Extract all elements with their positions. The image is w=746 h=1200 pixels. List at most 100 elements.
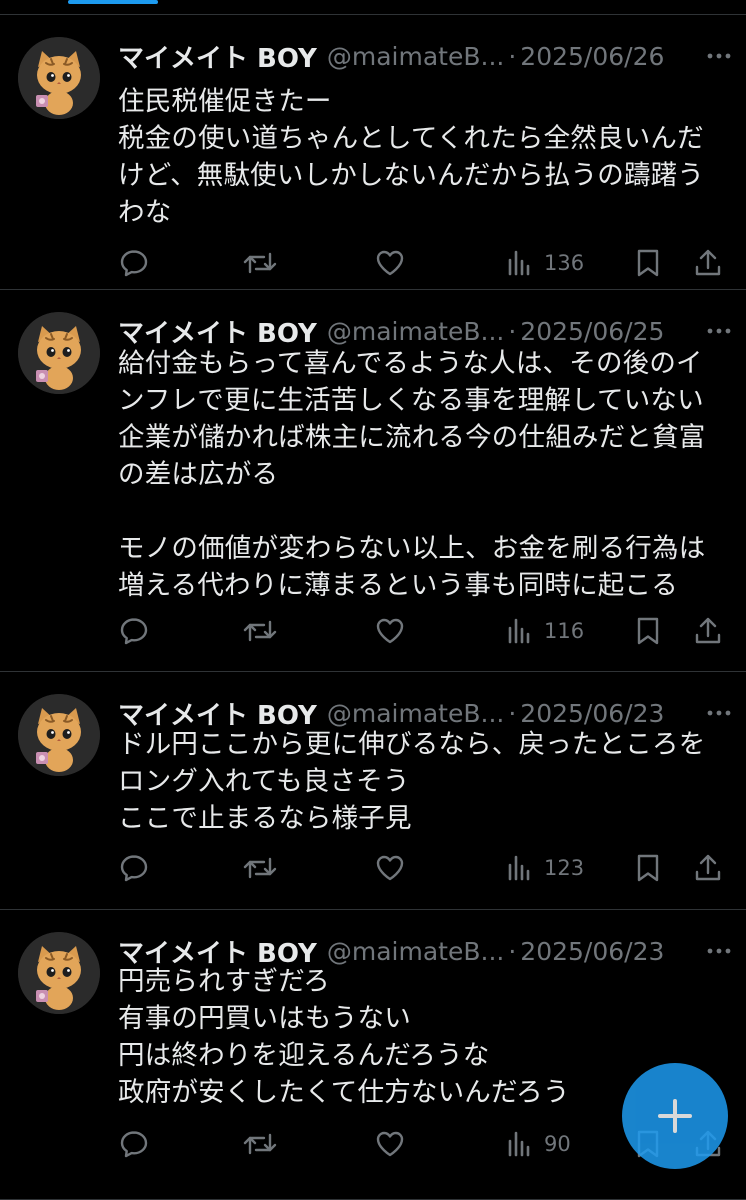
post-date[interactable]: 2025/06/26 bbox=[520, 42, 664, 71]
compose-plus-icon bbox=[658, 1099, 692, 1133]
views-count: 116 bbox=[544, 619, 585, 643]
share-button[interactable] bbox=[692, 848, 724, 888]
tweet-text: ドル円ここから更に伸びるなら、戻ったところを ロング入れても良さそう ここで止まるな… bbox=[118, 726, 728, 837]
reply-button[interactable] bbox=[118, 243, 150, 283]
separator-dot: · bbox=[508, 698, 517, 728]
bookmark-icon bbox=[637, 854, 659, 882]
like-button[interactable] bbox=[374, 848, 406, 888]
bookmark-icon bbox=[637, 249, 659, 277]
reply-icon bbox=[120, 250, 148, 277]
post-date[interactable]: 2025/06/25 bbox=[520, 317, 664, 346]
separator-dot: · bbox=[508, 936, 517, 966]
avatar[interactable] bbox=[18, 932, 100, 1014]
like-button[interactable] bbox=[374, 611, 406, 651]
tweet-text-line: 有事の円買いはもうない bbox=[118, 1003, 411, 1034]
tweet-text-line bbox=[118, 493, 728, 530]
views-icon bbox=[508, 1131, 530, 1157]
display-name[interactable]: マイメイト BOY bbox=[118, 313, 317, 350]
like-icon bbox=[376, 1131, 404, 1157]
user-handle[interactable]: @maimateB... bbox=[327, 42, 504, 71]
repost-button[interactable] bbox=[242, 1124, 278, 1164]
tweet[interactable]: マイメイト BOY @maimateB... · 2025/06/25 給付金もらって喜… bbox=[0, 290, 746, 672]
tweet-text: 給付金もらって喜んでるような人は、その後のイ ンフレで更に生活苦しくなる事を理解し… bbox=[118, 345, 728, 604]
reply-icon bbox=[120, 618, 148, 645]
more-options-button[interactable] bbox=[704, 314, 744, 348]
avatar[interactable] bbox=[18, 694, 100, 776]
action-bar: 123 bbox=[118, 848, 730, 888]
share-button[interactable] bbox=[692, 611, 724, 651]
tweet-text-line: 税金の使い道ちゃんとしてくれたら全然良いんだ bbox=[118, 123, 704, 154]
post-date[interactable]: 2025/06/23 bbox=[520, 937, 664, 966]
more-icon bbox=[707, 53, 731, 59]
separator-dot: · bbox=[508, 316, 517, 346]
share-icon bbox=[695, 249, 721, 276]
tweet-header: マイメイト BOY @maimateB... · 2025/06/23 bbox=[118, 696, 728, 731]
views-button[interactable]: 90 bbox=[506, 1124, 571, 1164]
bookmark-button[interactable] bbox=[634, 848, 662, 888]
tweet-text-line: けど、無駄使いしかしないんだから払うの躊躇う bbox=[118, 160, 705, 191]
user-handle[interactable]: @maimateB... bbox=[327, 937, 504, 966]
compose-button[interactable] bbox=[622, 1063, 728, 1169]
bookmark-button[interactable] bbox=[634, 243, 662, 283]
reply-button[interactable] bbox=[118, 611, 150, 651]
tweet-text-line: モノの価値が変わらない以上、お金を刷る行為は bbox=[118, 533, 706, 564]
avatar[interactable] bbox=[18, 312, 100, 394]
views-icon bbox=[508, 250, 530, 276]
reply-button[interactable] bbox=[118, 1124, 150, 1164]
more-options-button[interactable] bbox=[704, 39, 744, 73]
views-icon bbox=[508, 618, 530, 644]
tweet-text-line: 住民税催促きたー bbox=[118, 86, 332, 117]
repost-button[interactable] bbox=[242, 611, 278, 651]
tweet-text-line: ンフレで更に生活苦しくなる事を理解していない bbox=[118, 385, 704, 416]
like-icon bbox=[376, 618, 404, 644]
tweet-text-line: 企業が儲かれば株主に流れる今の仕組みだと貧富 bbox=[118, 422, 706, 453]
tweet-text-line: わな bbox=[118, 197, 172, 228]
tweet[interactable]: マイメイト BOY @maimateB... · 2025/06/23 ドル円ここから更… bbox=[0, 672, 746, 910]
tweet[interactable]: マイメイト BOY @maimateB... · 2025/06/26 住民税催促きたー… bbox=[0, 15, 746, 290]
reply-icon bbox=[120, 1131, 148, 1158]
share-icon bbox=[695, 617, 721, 644]
like-icon bbox=[376, 855, 404, 881]
like-button[interactable] bbox=[374, 1124, 406, 1164]
user-handle[interactable]: @maimateB... bbox=[327, 317, 504, 346]
reply-button[interactable] bbox=[118, 848, 150, 888]
tweet-text: 住民税催促きたー税金の使い道ちゃんとしてくれたら全然良いんだ けど、無駄使いしかし… bbox=[118, 83, 728, 231]
views-button[interactable]: 136 bbox=[506, 243, 584, 283]
repost-icon bbox=[243, 620, 277, 642]
tweet-header: マイメイト BOY @maimateB... · 2025/06/25 bbox=[118, 313, 728, 350]
top-tab-bar bbox=[0, 0, 746, 15]
repost-button[interactable] bbox=[242, 243, 278, 283]
repost-button[interactable] bbox=[242, 848, 278, 888]
user-handle[interactable]: @maimateB... bbox=[327, 699, 504, 728]
views-button[interactable]: 123 bbox=[506, 848, 584, 888]
like-button[interactable] bbox=[374, 243, 406, 283]
tweet-header: マイメイト BOY @maimateB... · 2025/06/26 bbox=[118, 38, 728, 75]
more-icon bbox=[707, 710, 731, 716]
tweet-text-line: ロング入れても良さそう bbox=[118, 766, 410, 797]
share-icon bbox=[695, 854, 721, 881]
views-count: 136 bbox=[544, 251, 585, 275]
post-date[interactable]: 2025/06/23 bbox=[520, 699, 664, 728]
share-button[interactable] bbox=[692, 243, 724, 283]
repost-icon bbox=[243, 857, 277, 879]
repost-icon bbox=[243, 1133, 277, 1155]
views-count: 123 bbox=[544, 856, 585, 880]
tweet-text-line: ドル円ここから更に伸びるなら、戻ったところを bbox=[118, 729, 706, 760]
reply-icon bbox=[120, 855, 148, 882]
bookmark-button[interactable] bbox=[634, 611, 662, 651]
views-count: 90 bbox=[544, 1132, 571, 1156]
like-icon bbox=[376, 250, 404, 276]
avatar[interactable] bbox=[18, 37, 100, 119]
tweet-text-line: の差は広がる bbox=[118, 459, 279, 490]
views-button[interactable]: 116 bbox=[506, 611, 584, 651]
tweet-text-line: 増える代わりに薄まるという事も同時に起こる bbox=[118, 570, 678, 601]
views-icon bbox=[508, 855, 530, 881]
bookmark-icon bbox=[637, 617, 659, 645]
more-icon bbox=[707, 328, 731, 334]
action-bar: 116 bbox=[118, 611, 730, 651]
display-name[interactable]: マイメイト BOY bbox=[118, 38, 317, 75]
repost-icon bbox=[243, 252, 277, 274]
tweet-text-line: 円売られすぎだろ bbox=[118, 966, 331, 997]
tweet-text-line: ここで止まるなら様子見 bbox=[118, 803, 412, 834]
more-options-button[interactable] bbox=[704, 696, 744, 730]
